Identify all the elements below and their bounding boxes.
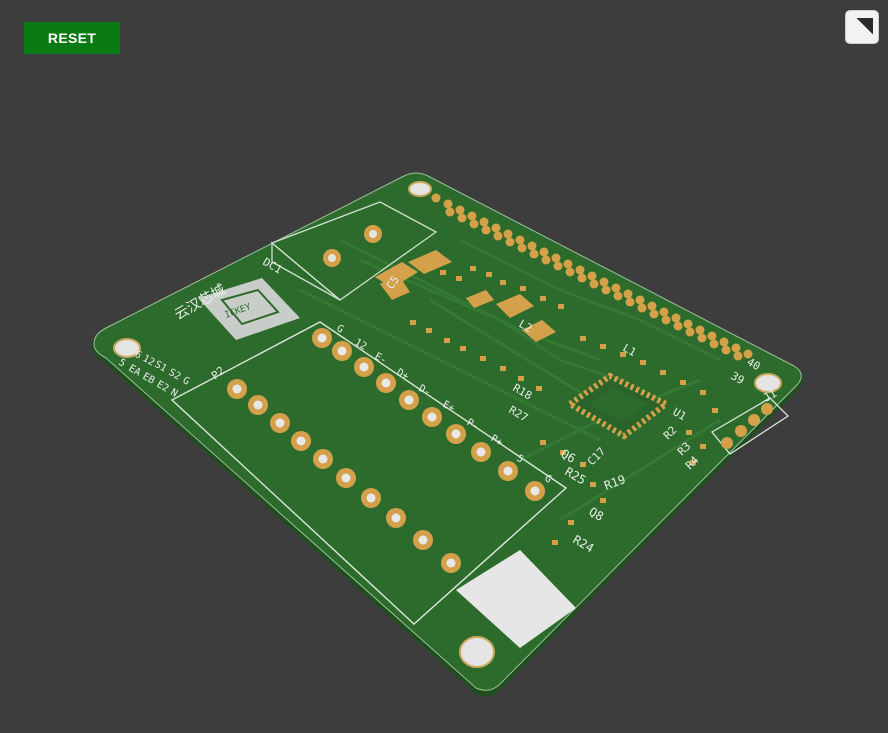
- expand-icon: [854, 17, 874, 37]
- 3d-viewer-canvas[interactable]: DC1 P2 J1 U1 L1 L2 C5 39 40 R19 R24 R25 …: [0, 0, 888, 733]
- reset-button[interactable]: RESET: [24, 22, 120, 54]
- pcb-board-3d[interactable]: DC1 P2 J1 U1 L1 L2 C5 39 40 R19 R24 R25 …: [0, 0, 888, 733]
- fullscreen-button[interactable]: [845, 10, 879, 44]
